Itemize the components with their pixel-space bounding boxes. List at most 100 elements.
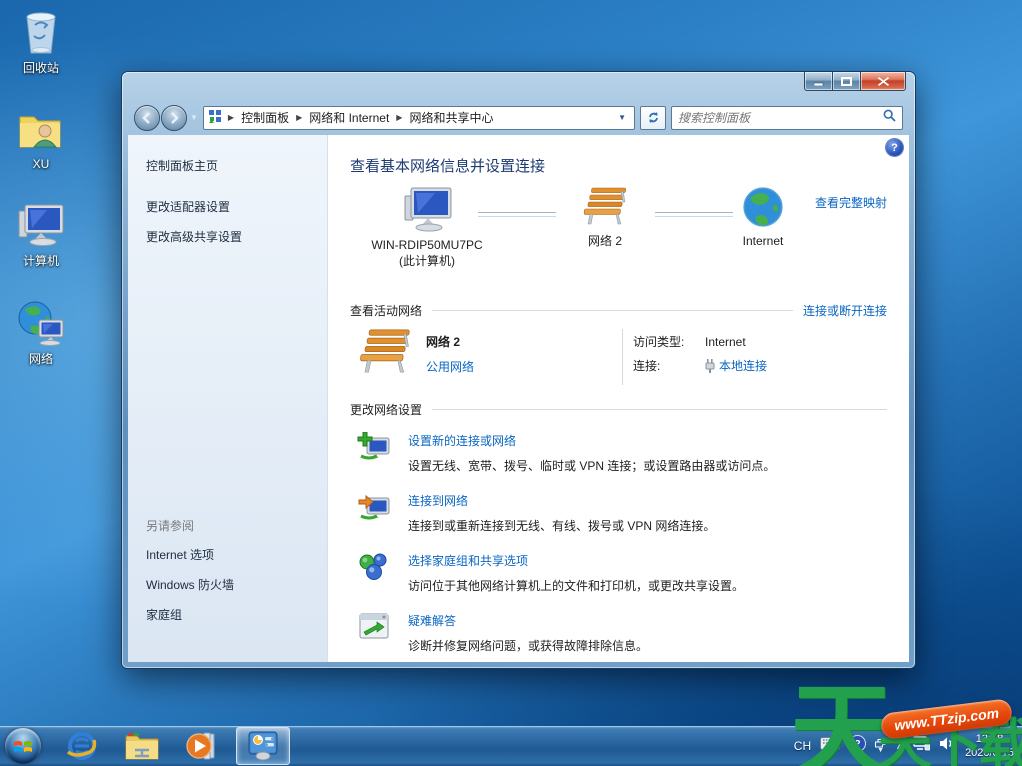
sidebar-item-internet-options[interactable]: Internet 选项: [146, 546, 327, 563]
sidebar-item-home[interactable]: 控制面板主页: [146, 157, 327, 174]
ethernet-plug-icon: [705, 358, 715, 373]
system-tray: CH ? ▼ ▲ 13:08 2020/8/15: [794, 732, 1022, 760]
task-description: 诊断并修复网络问题，或获得故障排除信息。: [408, 639, 649, 653]
page-title: 查看基本网络信息并设置连接: [350, 158, 546, 175]
network-type-link[interactable]: 公用网络: [426, 360, 474, 374]
clock-date: 2020/8/15: [965, 747, 1014, 759]
breadcrumb-network-internet[interactable]: 网络和 Internet: [307, 108, 391, 127]
network-sharing-center-window: ▼ ▶ 控制面板 ▶ 网络和 Internet ▶ 网络和共享中心 ▼ 搜索控制…: [122, 72, 915, 668]
desktop-icon-computer[interactable]: 计算机: [6, 201, 76, 269]
taskbar-control-panel-button[interactable]: [236, 727, 290, 765]
chevron-down-icon: ▼: [877, 746, 885, 754]
windows-logo-icon: [5, 728, 41, 764]
see-also-group: 另请参阅 Internet 选项 Windows 防火墙 家庭组: [146, 517, 327, 636]
breadcrumb-network-sharing-center[interactable]: 网络和共享中心: [407, 108, 495, 127]
sidebar-item-adapter-settings[interactable]: 更改适配器设置: [146, 198, 327, 215]
troubleshoot-icon: [356, 612, 392, 654]
map-node-network[interactable]: 网络 2: [540, 186, 670, 249]
desktop-icon-label: 网络: [28, 352, 53, 366]
close-button[interactable]: [860, 72, 906, 91]
language-bar-options[interactable]: ▼: [875, 738, 886, 754]
active-network-identity: 网络 2 公用网络: [350, 327, 622, 391]
window-titlebar[interactable]: [122, 72, 915, 100]
taskbar-explorer-icon[interactable]: [120, 727, 164, 765]
start-button[interactable]: [2, 727, 44, 765]
desktop-icon-label: 计算机: [22, 254, 59, 268]
active-networks-title: 查看活动网络: [350, 304, 423, 318]
svg-text:?: ?: [855, 739, 861, 750]
minimize-button[interactable]: [804, 72, 833, 91]
taskbar-media-player-icon[interactable]: [180, 727, 224, 765]
network-tray-icon[interactable]: [913, 736, 931, 756]
connect-disconnect-link[interactable]: 连接或断开连接: [803, 302, 887, 319]
volume-tray-icon[interactable]: [939, 736, 956, 756]
search-icon[interactable]: [883, 109, 896, 127]
search-input[interactable]: [678, 110, 883, 125]
active-network-details: 访问类型: Internet 连接: 本地连接: [633, 327, 767, 391]
desktop-icon-recycle-bin[interactable]: 回收站: [6, 8, 76, 76]
see-full-map-link[interactable]: 查看完整映射: [815, 194, 887, 211]
breadcrumb-control-panel[interactable]: 控制面板: [239, 108, 291, 127]
local-connection-link[interactable]: 本地连接: [719, 357, 767, 374]
homegroup-icon: [356, 552, 392, 594]
map-node-internet[interactable]: Internet: [698, 186, 828, 248]
map-internet-label: Internet: [742, 234, 784, 248]
active-network-name: 网络 2: [426, 335, 461, 349]
desktop-icon-list: 回收站 XU 计算机 网络: [6, 8, 76, 367]
sidebar-item-advanced-sharing[interactable]: 更改高级共享设置: [146, 228, 327, 245]
divider: [432, 409, 887, 410]
map-network-name: 网络 2: [587, 234, 622, 248]
map-computer-name: WIN-RDIP50MU7PC: [371, 238, 483, 252]
search-box[interactable]: [671, 105, 903, 130]
show-hidden-icons-button[interactable]: ▲: [895, 741, 904, 751]
change-settings-header: 更改网络设置: [350, 401, 887, 418]
help-icon[interactable]: ?: [886, 139, 903, 156]
desktop-icon-network[interactable]: 网络: [6, 299, 76, 367]
connect-network-icon: [356, 492, 392, 534]
task-title-link[interactable]: 连接到网络: [408, 492, 468, 509]
address-dropdown-icon[interactable]: ▼: [614, 113, 630, 122]
sidebar-item-homegroup[interactable]: 家庭组: [146, 606, 327, 623]
map-node-computer[interactable]: WIN-RDIP50MU7PC (此计算机): [362, 186, 492, 269]
task-troubleshoot: 疑难解答 诊断并修复网络问题，或获得故障排除信息。: [356, 612, 887, 654]
access-type-label: 访问类型:: [633, 335, 685, 349]
taskbar-clock[interactable]: 13:08 2020/8/15: [965, 732, 1014, 760]
see-also-header: 另请参阅: [146, 519, 195, 533]
task-description: 访问位于其他网络计算机上的文件和打印机，或更改共享设置。: [408, 579, 745, 593]
recycle-bin-icon: [17, 8, 65, 56]
task-title-link[interactable]: 设置新的连接或网络: [408, 432, 516, 449]
back-button[interactable]: [134, 104, 160, 131]
taskbar: CH ? ▼ ▲ 13:08 2020/8/15: [0, 726, 1022, 766]
task-title-link[interactable]: 疑难解答: [408, 612, 456, 629]
control-panel-sidebar: 控制面板主页 更改适配器设置 更改高级共享设置 另请参阅 Internet 选项…: [128, 135, 328, 662]
desktop-icon-xu-folder[interactable]: XU: [6, 106, 76, 171]
task-setup-new-connection: 设置新的连接或网络 设置无线、宽带、拨号、临时或 VPN 连接；或设置路由器或访…: [356, 432, 887, 474]
recent-pages-dropdown[interactable]: ▼: [190, 113, 198, 122]
task-title-link[interactable]: 选择家庭组和共享选项: [408, 552, 528, 569]
desktop-icon-label: 回收站: [22, 61, 59, 75]
change-settings-title: 更改网络设置: [350, 403, 423, 417]
keyboard-icon[interactable]: [820, 737, 841, 755]
navigation-toolbar: ▼ ▶ 控制面板 ▶ 网络和 Internet ▶ 网络和共享中心 ▼: [128, 100, 909, 135]
refresh-button[interactable]: [640, 105, 666, 130]
forward-button[interactable]: [161, 104, 187, 131]
ime-indicator[interactable]: CH: [794, 739, 811, 753]
computer-map-icon: [404, 187, 452, 232]
divider: [432, 310, 793, 311]
address-bar[interactable]: ▶ 控制面板 ▶ 网络和 Internet ▶ 网络和共享中心 ▼: [202, 105, 635, 130]
sidebar-item-windows-firewall[interactable]: Windows 防火墙: [146, 576, 327, 593]
desktop-icon-label: XU: [32, 157, 50, 171]
help-tray-icon[interactable]: ?: [849, 735, 867, 757]
window-body: 控制面板主页 更改适配器设置 更改高级共享设置 另请参阅 Internet 选项…: [128, 135, 909, 662]
map-computer-sub: (此计算机): [398, 254, 455, 268]
taskbar-ie-icon[interactable]: [60, 727, 104, 765]
new-connection-icon: [356, 432, 392, 474]
clock-time: 13:08: [975, 733, 1004, 745]
user-folder-icon: [17, 106, 65, 154]
caption-buttons: [804, 72, 906, 91]
breadcrumb-arrow-icon: ▶: [296, 113, 303, 122]
main-pane: ? 查看基本网络信息并设置连接 WIN-RDIP50MU7PC (此计算机) 网…: [328, 135, 909, 662]
maximize-button[interactable]: [833, 72, 860, 91]
task-description: 设置无线、宽带、拨号、临时或 VPN 连接；或设置路由器或访问点。: [408, 459, 776, 473]
task-description: 连接到或重新连接到无线、有线、拨号或 VPN 网络连接。: [408, 519, 716, 533]
